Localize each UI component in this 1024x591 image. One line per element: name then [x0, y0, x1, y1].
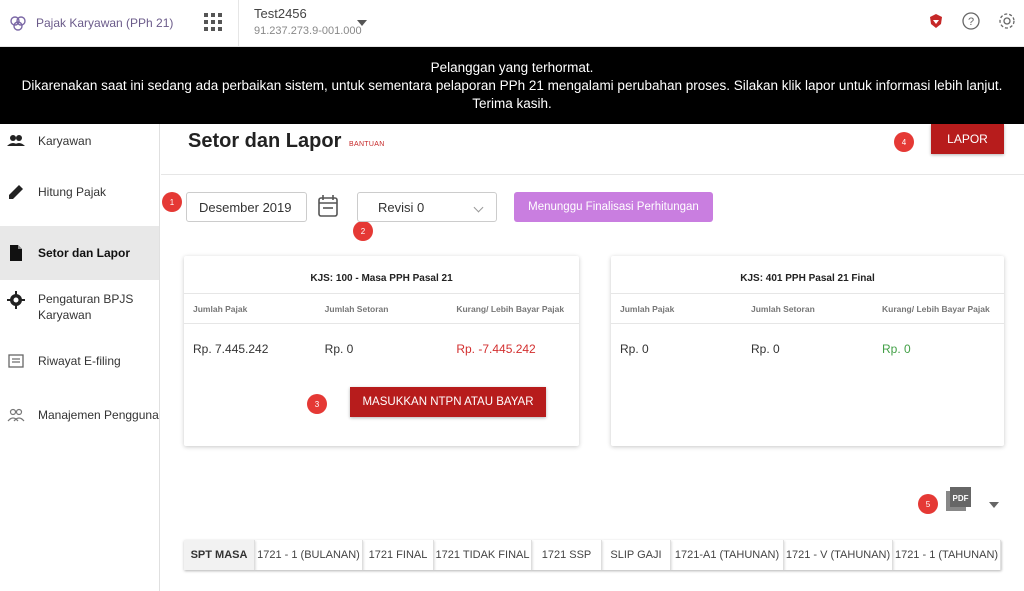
tab-1721-a1-tahunan[interactable]: 1721-A1 (TAHUNAN): [671, 540, 784, 570]
col-jumlah-setoran: Jumlah Setoran: [324, 303, 389, 314]
step-marker-5: 5: [918, 494, 938, 514]
sidebar-item-label: Karyawan: [38, 134, 92, 148]
users-icon: [7, 408, 25, 422]
value-kurang-lebih: Rp. 0: [882, 342, 911, 356]
company-npwp: 91.237.273.9-001.000: [254, 25, 362, 37]
tab-1721-final[interactable]: 1721 FINAL: [363, 540, 434, 570]
period-value: Desember 2019: [199, 199, 292, 215]
tab-1721-v-tahunan[interactable]: 1721 - V (TAHUNAN): [784, 540, 893, 570]
value-kurang-lebih: Rp. -7.445.242: [456, 342, 536, 356]
sidebar-item-manajemen-pengguna[interactable]: Manajemen Pengguna: [0, 388, 159, 442]
banner-line-3: Terima kasih.: [472, 96, 552, 111]
main-content: Setor dan Lapor BANTUAN 4 LAPOR 1 Desemb…: [161, 124, 1024, 591]
revisi-select[interactable]: Revisi 0: [357, 192, 497, 222]
tax-card-kjs-401: KJS: 401 PPH Pasal 21 Final Jumlah Pajak…: [611, 256, 1004, 446]
report-tabs: SPT MASA 1721 - 1 (BULANAN) 1721 FINAL 1…: [184, 540, 1001, 570]
topbar-icons: ?: [928, 12, 1016, 30]
banner-line-2: Dikarenakan saat ini sedang ada perbaika…: [21, 78, 1003, 93]
app-title: Pajak Karyawan (PPh 21): [36, 16, 174, 30]
revisi-value: Revisi 0: [378, 199, 425, 215]
tab-spt-masa[interactable]: SPT MASA: [184, 540, 255, 570]
pdf-export-icon[interactable]: PDF: [943, 484, 973, 514]
lapor-button[interactable]: LAPOR: [931, 124, 1004, 154]
col-kurang-lebih: Kurang/ Lebih Bayar Pajak: [456, 303, 565, 314]
sidebar-item-label: Pengaturan BPJS Karyawan: [38, 292, 134, 322]
col-jumlah-pajak: Jumlah Pajak: [620, 303, 675, 314]
gear-icon: [7, 291, 25, 309]
sidebar-item-hitung-pajak[interactable]: Hitung Pajak: [0, 158, 159, 226]
value-jumlah-setoran: Rp. 0: [751, 342, 780, 356]
settings-gear-icon[interactable]: [998, 12, 1016, 30]
card-title: KJS: 401 PPH Pasal 21 Final: [611, 256, 1004, 294]
sidebar-item-label: Setor dan Lapor: [38, 246, 131, 260]
status-button[interactable]: Menunggu Finalisasi Perhitungan: [514, 192, 713, 222]
company-selector[interactable]: Test2456 91.237.273.9-001.000: [254, 6, 362, 37]
value-jumlah-pajak: Rp. 0: [620, 342, 649, 356]
top-bar: Pajak Karyawan (PPh 21) Test2456 91.237.…: [0, 0, 1024, 47]
value-jumlah-pajak: Rp. 7.445.242: [193, 342, 269, 356]
sidebar-item-label: Manajemen Pengguna: [38, 408, 159, 422]
step-marker-4: 4: [894, 132, 914, 152]
tab-slip-gaji[interactable]: SLIP GAJI: [602, 540, 671, 570]
pencil-icon: [9, 185, 23, 199]
tab-1721-1-tahunan[interactable]: 1721 - 1 (TAHUNAN): [893, 540, 1001, 570]
sidebar-item-pengaturan-bpjs[interactable]: Pengaturan BPJS Karyawan: [0, 280, 159, 334]
sidebar-item-label: Riwayat E-filing: [38, 354, 121, 368]
chevron-down-icon: [473, 202, 484, 213]
maintenance-banner: Pelanggan yang terhormat. Dikarenakan sa…: [0, 47, 1024, 124]
col-kurang-lebih: Kurang/ Lebih Bayar Pajak: [882, 303, 990, 314]
col-jumlah-pajak: Jumlah Pajak: [193, 303, 248, 314]
app-logo-icon: [10, 16, 26, 31]
tab-1721-1-bulanan[interactable]: 1721 - 1 (BULANAN): [255, 540, 363, 570]
people-icon: [7, 135, 25, 146]
pdf-label: PDF: [953, 494, 969, 503]
banner-line-1: Pelanggan yang terhormat.: [430, 60, 594, 75]
card-headers: Jumlah Pajak Jumlah Setoran Kurang/ Lebi…: [184, 294, 579, 324]
value-jumlah-setoran: Rp. 0: [324, 342, 354, 356]
pdf-caret-down-icon[interactable]: [989, 502, 999, 508]
app-brand[interactable]: Pajak Karyawan (PPh 21): [8, 13, 173, 33]
col-jumlah-setoran: Jumlah Setoran: [751, 303, 815, 314]
page-title: Setor dan Lapor: [188, 130, 342, 152]
sidebar-item-karyawan[interactable]: Karyawan: [0, 124, 159, 158]
card-title: KJS: 100 - Masa PPH Pasal 21: [184, 256, 579, 294]
apps-grid-icon[interactable]: [204, 13, 222, 31]
step-marker-1: 1: [162, 192, 182, 212]
help-link[interactable]: BANTUAN: [349, 141, 385, 148]
caret-down-icon[interactable]: [357, 20, 367, 26]
sidebar-item-setor-dan-lapor[interactable]: Setor dan Lapor: [0, 226, 159, 280]
tab-1721-ssp[interactable]: 1721 SSP: [532, 540, 602, 570]
calendar-icon[interactable]: [318, 195, 338, 217]
sidebar-item-label: Hitung Pajak: [38, 185, 107, 199]
header-divider: [161, 174, 1024, 175]
sidebar: Karyawan Hitung Pajak Setor dan Lapor Pe…: [0, 124, 160, 591]
tab-1721-tidak-final[interactable]: 1721 TIDAK FINAL: [434, 540, 532, 570]
card-headers: Jumlah Pajak Jumlah Setoran Kurang/ Lebi…: [611, 294, 1004, 324]
help-icon[interactable]: ?: [962, 12, 980, 30]
notification-badge-icon[interactable]: [928, 13, 944, 29]
card-values: Rp. 7.445.242 Rp. 0 Rp. -7.445.242: [184, 324, 579, 374]
company-name: Test2456: [254, 6, 307, 21]
document-icon: [10, 245, 22, 261]
ntpn-button[interactable]: MASUKKAN NTPN ATAU BAYAR: [350, 387, 546, 417]
step-marker-3: 3: [307, 394, 327, 414]
tax-card-kjs-100: KJS: 100 - Masa PPH Pasal 21 Jumlah Paja…: [184, 256, 579, 446]
history-icon: [8, 354, 24, 368]
step-marker-2: 2: [353, 221, 373, 241]
svg-text:?: ?: [968, 16, 974, 28]
sidebar-item-riwayat-efiling[interactable]: Riwayat E-filing: [0, 334, 159, 388]
card-values: Rp. 0 Rp. 0 Rp. 0: [611, 324, 1004, 374]
period-input[interactable]: Desember 2019: [186, 192, 307, 222]
topbar-divider: [238, 0, 239, 47]
